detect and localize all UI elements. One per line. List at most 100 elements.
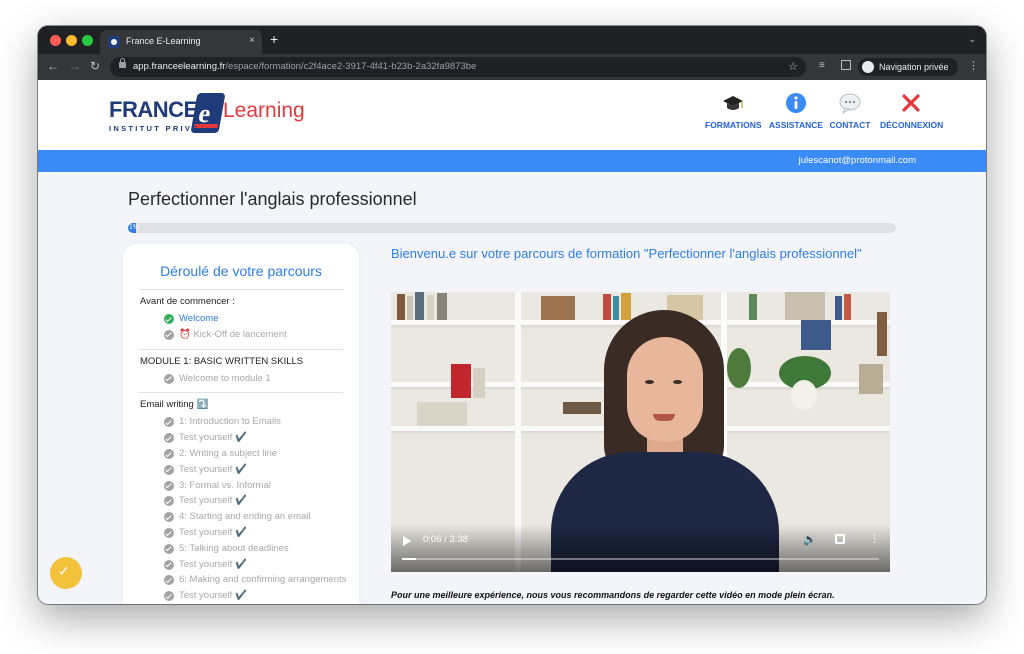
- nav-assistance-label: ASSISTANCE: [768, 120, 824, 130]
- outline-lesson-label: Test yourself ✔️: [179, 527, 247, 538]
- side-panel-icon[interactable]: [841, 60, 851, 70]
- course-outline-panel: Déroulé de votre parcours Avant de comme…: [123, 244, 359, 604]
- outline-lesson-label: ⏰ Kick-Off de lancement: [179, 328, 287, 340]
- outline-section-label: MODULE 1: BASIC WRITTEN SKILLS: [140, 355, 304, 367]
- video-fullscreen-note: Pour une meilleure expérience, nous vous…: [391, 590, 835, 600]
- pending-check-icon: [164, 591, 174, 602]
- site-favicon-icon: [108, 36, 120, 48]
- pending-check-icon: [164, 528, 174, 538]
- forward-button[interactable]: →: [69, 59, 81, 73]
- pending-check-icon: [164, 496, 174, 507]
- nav-formations-label: FORMATIONS: [705, 120, 762, 130]
- new-tab-button[interactable]: +: [270, 32, 278, 46]
- help-badge-button[interactable]: ✓: [50, 557, 82, 589]
- address-bar[interactable]: app.franceelearning.fr/espace/formation/…: [110, 57, 806, 77]
- pending-check-icon: [164, 329, 174, 340]
- outline-divider: [139, 392, 343, 394]
- nav-formations[interactable]: FORMATIONS: [705, 92, 762, 130]
- bookmark-star-icon[interactable]: ☆: [788, 60, 798, 73]
- url-text[interactable]: app.franceelearning.fr/espace/formation/…: [133, 61, 476, 72]
- lock-icon[interactable]: [119, 58, 126, 68]
- nav-contact[interactable]: CONTACT: [824, 92, 876, 130]
- outline-lesson-label: Test yourself ✔️: [179, 558, 247, 570]
- pending-check-icon: [164, 480, 174, 491]
- graduation-cap-icon: [723, 96, 743, 110]
- outline-divider: [139, 289, 343, 290]
- outline-lesson-label: Test yourself ✔️: [179, 495, 247, 507]
- nav-contact-label: CONTACT: [829, 120, 871, 130]
- completed-check-icon: [164, 314, 174, 324]
- url-host: app.franceelearning.fr: [133, 61, 226, 72]
- logo-france-text: FRANCE: [109, 97, 198, 122]
- outline-lesson-label: 1: Introduction to Emails: [179, 416, 281, 428]
- play-icon[interactable]: [403, 536, 411, 546]
- close-x-icon: [902, 94, 920, 112]
- tab-search-icon[interactable]: ⌄: [968, 34, 976, 45]
- video-controls: 0:06 / 3:38 🔊 ⋮: [391, 524, 890, 572]
- browser-toolbar: ← → ↻ app.franceelearning.fr/espace/form…: [38, 54, 986, 80]
- page-viewport: FRANCE e Learning INSTITUT PRIVÉ FORMATI…: [38, 80, 986, 604]
- tab-close-icon[interactable]: ×: [249, 35, 255, 47]
- outline-section-label: Email writing ⤵️: [140, 399, 209, 411]
- france-elearning-logo[interactable]: FRANCE e Learning INSTITUT PRIVÉ: [109, 93, 309, 139]
- browser-tab[interactable]: France E-Learning ×: [100, 30, 262, 54]
- minimize-window-button[interactable]: [66, 35, 77, 46]
- pending-check-icon: [164, 575, 174, 586]
- maximize-window-button[interactable]: [82, 35, 93, 46]
- course-progress-bar: 1%: [128, 223, 896, 233]
- welcome-heading: Bienvenu.e sur votre parcours de formati…: [391, 246, 862, 261]
- pending-check-icon: [164, 417, 174, 428]
- nav-assistance[interactable]: ASSISTANCE: [768, 92, 824, 130]
- pending-check-icon: [164, 449, 174, 459]
- fullscreen-icon[interactable]: [835, 534, 845, 544]
- user-email: julescanot@protonmail.com: [798, 155, 916, 166]
- volume-icon[interactable]: 🔊: [803, 533, 817, 546]
- outline-section-label: Avant de commencer :: [140, 296, 235, 307]
- outline-lesson-label: 6: Making and confirming arrangements: [179, 574, 347, 586]
- help-check-icon: ✓: [58, 563, 70, 579]
- outline-lesson-label: 4: Starting and ending an email: [179, 511, 311, 523]
- course-video-player[interactable]: 0:06 / 3:38 🔊 ⋮: [391, 292, 890, 572]
- reload-button[interactable]: ↻: [90, 59, 100, 73]
- outline-lesson-label: Welcome to module 1: [179, 372, 271, 384]
- tab-bar: France E-Learning × + ⌄: [38, 26, 986, 54]
- course-outline-title: Déroulé de votre parcours: [160, 263, 322, 279]
- browser-menu-icon[interactable]: ⋮: [968, 59, 979, 72]
- site-header: FRANCE e Learning INSTITUT PRIVÉ FORMATI…: [38, 80, 986, 150]
- nav-deconnexion-label: DÉCONNEXION: [880, 120, 944, 130]
- speech-bubble-icon: [839, 93, 861, 114]
- pending-check-icon: [164, 559, 174, 570]
- video-scrubber-fill: [402, 558, 417, 560]
- video-scrubber[interactable]: [402, 558, 879, 560]
- url-path: /espace/formation/c2f4ace2-3917-4f41-b23…: [225, 61, 477, 72]
- pending-check-icon: [164, 512, 174, 523]
- close-window-button[interactable]: [50, 35, 61, 46]
- pending-check-icon: [164, 433, 174, 444]
- reading-list-icon[interactable]: ≡: [819, 60, 825, 72]
- pending-check-icon: [164, 543, 174, 554]
- more-options-icon[interactable]: ⋮: [869, 532, 880, 545]
- logo-learning-text: Learning: [223, 99, 305, 122]
- pending-check-icon: [164, 464, 174, 475]
- tab-title: France E-Learning: [126, 36, 201, 46]
- incognito-profile-button[interactable]: Navigation privée: [858, 58, 958, 76]
- outline-lesson-label: Test yourself ✔️: [179, 463, 247, 475]
- user-band: julescanot@protonmail.com: [38, 150, 986, 172]
- course-progress-fill: 1%: [128, 223, 140, 233]
- course-progress-label: 1%: [129, 224, 140, 231]
- pending-check-icon: [164, 373, 174, 384]
- outline-lesson-label: 3: Formal vs. Informal: [179, 479, 271, 491]
- incognito-icon: [862, 61, 874, 73]
- outline-lesson-label: Welcome: [179, 313, 219, 324]
- nav-deconnexion[interactable]: DÉCONNEXION: [880, 92, 944, 130]
- outline-lesson-label: 2: Writing a subject line: [179, 448, 278, 459]
- course-title: Perfectionner l'anglais professionnel: [128, 189, 417, 209]
- video-time: 0:06 / 3:38: [423, 534, 468, 545]
- outline-lesson-label: Test yourself ✔️: [179, 590, 247, 602]
- outline-lesson-label: Test yourself ✔️: [179, 432, 247, 444]
- outline-divider: [139, 348, 343, 350]
- logo-subtitle: INSTITUT PRIVÉ: [109, 124, 200, 133]
- browser-window: France E-Learning × + ⌄ ← → ↻ app.france…: [38, 26, 986, 604]
- back-button[interactable]: ←: [47, 59, 59, 73]
- info-icon: [786, 93, 806, 113]
